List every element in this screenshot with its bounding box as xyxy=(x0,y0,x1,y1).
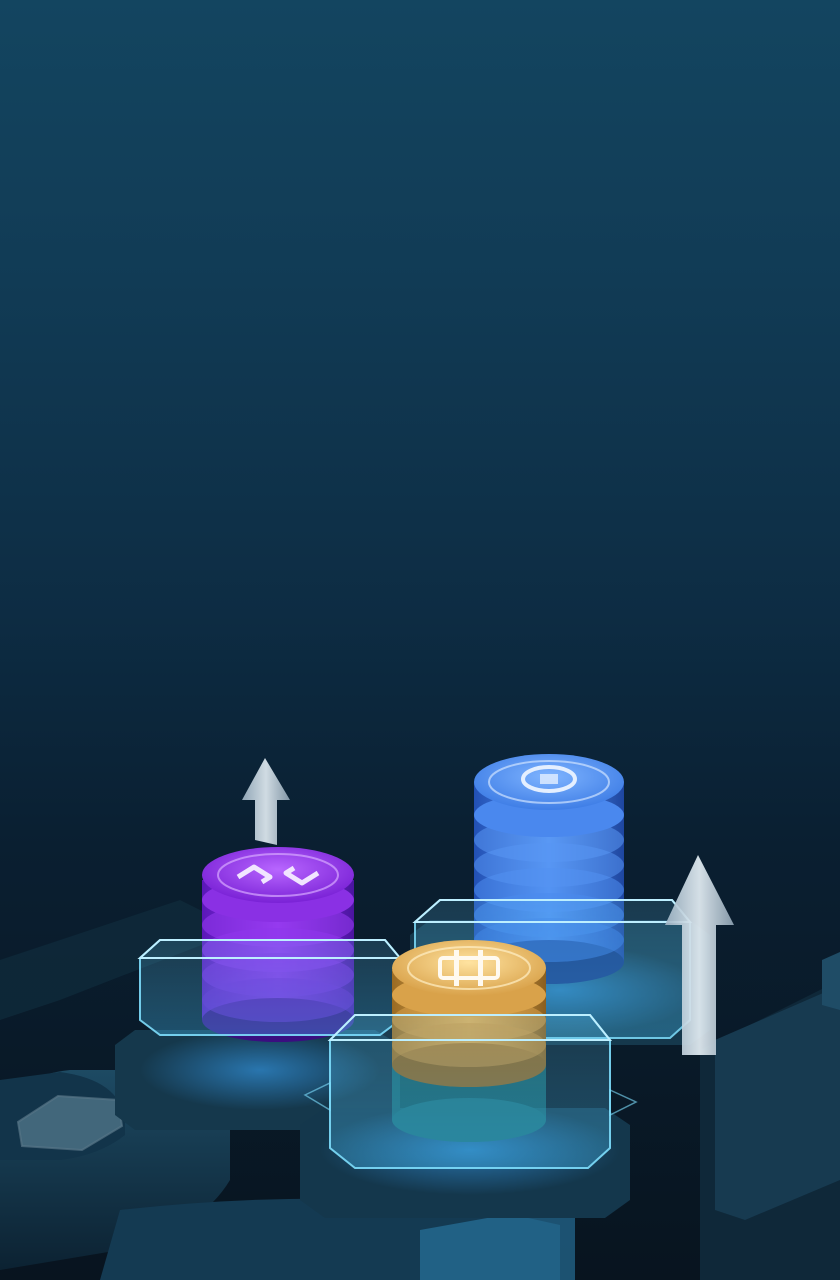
illustration-canvas xyxy=(0,754,840,1280)
glass-box-front xyxy=(303,1014,638,1169)
up-arrow-icon xyxy=(242,758,290,845)
crypto-growth-illustration xyxy=(0,0,840,1280)
